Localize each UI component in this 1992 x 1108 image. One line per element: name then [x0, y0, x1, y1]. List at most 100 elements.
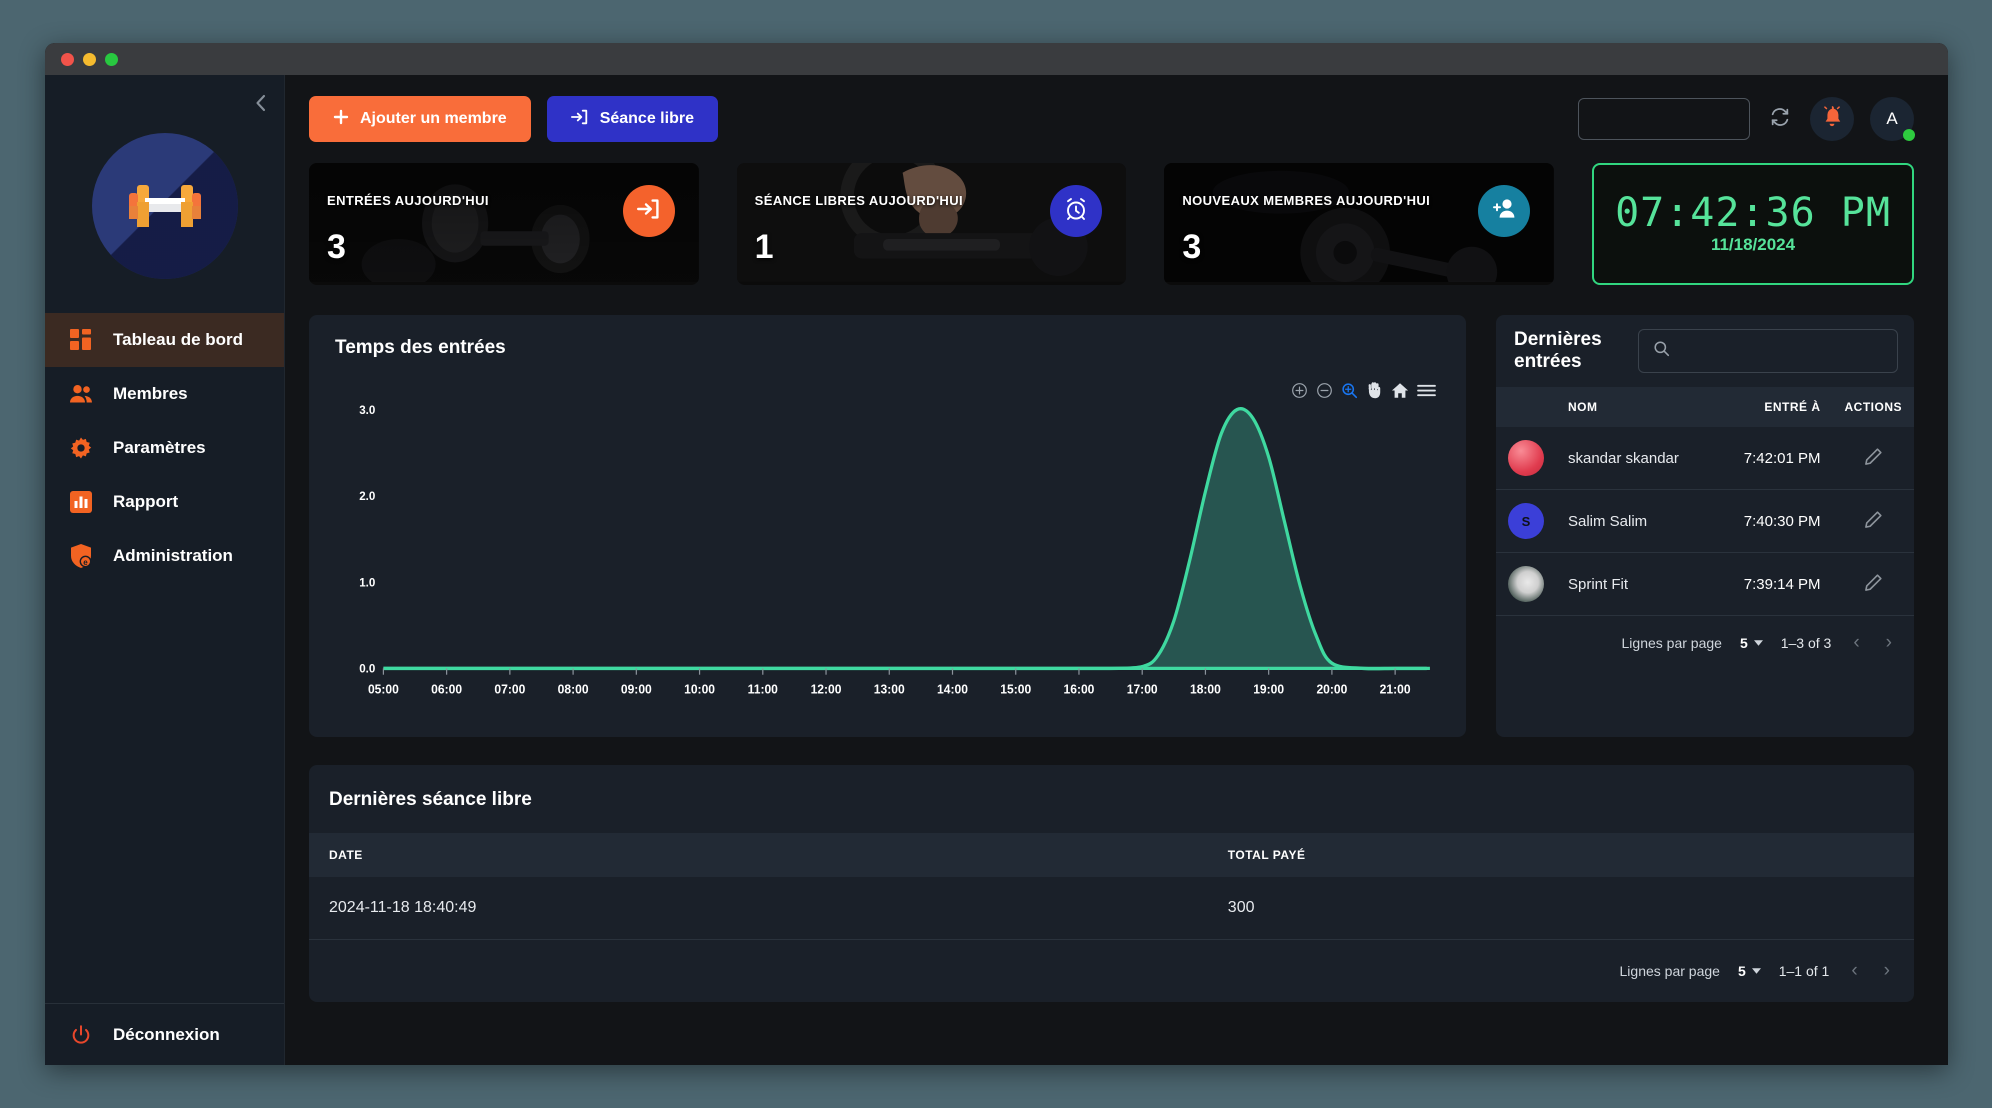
col-total-paye: TOTAL PAYÉ — [1207, 833, 1914, 877]
dashboard-content: ENTRÉES AUJOURD'HUI 3 SÉANCE LIBRES AUJO… — [285, 163, 1948, 1065]
sidebar-collapse-button[interactable] — [246, 89, 274, 117]
rows-per-page-select[interactable]: 5 — [1738, 963, 1761, 979]
svg-text:09:00: 09:00 — [621, 682, 652, 696]
logout-label: Déconnexion — [113, 1024, 220, 1044]
pager-range: 1–3 of 3 — [1780, 635, 1832, 651]
pager-next-button[interactable]: › — [1882, 632, 1896, 654]
cell-name: Sprint Fit — [1556, 552, 1715, 616]
latest-entries-table: NOM ENTRÉ À ACTIONS skandar skandar 7:42… — [1496, 387, 1914, 616]
stat-cards-row: ENTRÉES AUJOURD'HUI 3 SÉANCE LIBRES AUJO… — [309, 163, 1915, 285]
free-session-label: Séance libre — [599, 110, 694, 127]
pencil-icon[interactable] — [1864, 573, 1883, 596]
chevron-down-icon — [1751, 968, 1761, 974]
add-member-button[interactable]: Ajouter un membre — [309, 96, 531, 142]
latest-entries-pager: Lignes par page 5 1–3 of 3 ‹ › — [1496, 616, 1914, 670]
sidebar-item-membres[interactable]: Membres — [45, 367, 284, 421]
table-body: skandar skandar 7:42:01 PM S Salim Salim… — [1496, 427, 1914, 616]
rows-per-page-label: Lignes par page — [1619, 963, 1720, 979]
window-minimize-button[interactable] — [83, 52, 96, 66]
col-date: DATE — [309, 833, 1208, 877]
table-body: 2024-11-18 18:40:49 300 — [309, 877, 1914, 940]
chevron-left-icon — [255, 94, 265, 112]
svg-text:14:00: 14:00 — [937, 682, 968, 696]
latest-entries-panel: Dernières entrées NOM ENTRÉ À ACTIONS sk… — [1496, 315, 1914, 737]
stat-value: 3 — [1182, 228, 1202, 266]
users-icon — [67, 384, 95, 404]
clock-date: 11/18/2024 — [1710, 235, 1796, 254]
table-row[interactable]: Sprint Fit 7:39:14 PM — [1496, 552, 1914, 616]
table-header-row: NOM ENTRÉ À ACTIONS — [1496, 387, 1914, 427]
sidebar-item-label: Rapport — [113, 492, 179, 511]
sidebar-item-rapport[interactable]: Rapport — [45, 475, 284, 529]
rows-per-page-value: 5 — [1739, 635, 1748, 651]
notifications-button[interactable] — [1810, 97, 1854, 141]
plus-icon — [333, 109, 349, 130]
stat-badge — [1478, 185, 1531, 237]
svg-text:0.0: 0.0 — [359, 661, 376, 675]
pager-prev-button[interactable]: ‹ — [1849, 632, 1863, 654]
window-close-button[interactable] — [61, 52, 74, 66]
dumbbell-icon — [128, 185, 201, 227]
bell-icon — [1821, 105, 1843, 134]
pager-next-button[interactable]: › — [1880, 960, 1894, 982]
pencil-icon[interactable] — [1864, 510, 1883, 533]
svg-text:10:00: 10:00 — [684, 682, 715, 696]
alarm-clock-icon — [1064, 197, 1088, 226]
logout-button[interactable]: Déconnexion — [45, 1003, 284, 1065]
middle-row: Temps des entrées 0.0 1.0 2.0 3.0 05:00 … — [309, 315, 1914, 737]
sidebar-item-dashboard[interactable]: Tableau de bord — [45, 313, 284, 367]
svg-text:08:00: 08:00 — [558, 682, 589, 696]
cell-action — [1832, 427, 1914, 490]
cell-avatar: S — [1496, 489, 1556, 553]
add-member-label: Ajouter un membre — [360, 110, 507, 127]
svg-text:07:00: 07:00 — [494, 682, 525, 696]
table-row[interactable]: skandar skandar 7:42:01 PM — [1496, 427, 1914, 490]
cell-date: 2024-11-18 18:40:49 — [309, 877, 1208, 940]
free-session-button[interactable]: Séance libre — [546, 96, 718, 142]
latest-entries-search[interactable] — [1638, 329, 1898, 373]
cell-action — [1832, 552, 1914, 616]
svg-text:12:00: 12:00 — [811, 682, 842, 696]
app-body: Tableau de bord Membres Paramètres Rappo… — [45, 75, 1948, 1065]
svg-text:2.0: 2.0 — [359, 489, 376, 503]
rows-per-page-select[interactable]: 5 — [1740, 635, 1763, 651]
col-nom: NOM — [1556, 387, 1715, 427]
user-avatar[interactable]: A — [1870, 97, 1915, 141]
latest-entries-title: Dernières entrées — [1514, 329, 1602, 372]
rows-per-page-value: 5 — [1737, 963, 1746, 979]
stat-card-nouveaux-membres[interactable]: NOUVEAUX MEMBRES AUJOURD'HUI 3 — [1164, 163, 1555, 285]
search-icon — [1653, 340, 1670, 362]
svg-text:1.0: 1.0 — [359, 575, 376, 589]
svg-text:3.0: 3.0 — [359, 403, 376, 417]
refresh-button[interactable] — [1766, 105, 1794, 133]
stat-card-seance-libres[interactable]: SÉANCE LIBRES AUJOURD'HUI 1 — [736, 163, 1127, 285]
latest-free-sessions-title: Dernières séance libre — [329, 789, 532, 810]
sidebar-item-administration[interactable]: e Administration — [45, 529, 284, 583]
avatar-initial: A — [1886, 109, 1898, 128]
main-area: Ajouter un membre Séance libre A ENTRÉES… — [285, 75, 1948, 1065]
latest-entries-header: Dernières entrées — [1496, 315, 1914, 387]
svg-text:16:00: 16:00 — [1064, 682, 1095, 696]
chart-plot-area[interactable]: 0.0 1.0 2.0 3.0 05:00 06:00 07:00 08:00 09:00 10:… — [335, 371, 1440, 719]
stat-badge — [1050, 185, 1103, 237]
topbar-search-input[interactable] — [1578, 98, 1750, 140]
stat-card-entrees[interactable]: ENTRÉES AUJOURD'HUI 3 — [309, 163, 699, 285]
dumbbell-logo — [91, 133, 238, 279]
chart-title: Temps des entrées — [335, 337, 506, 358]
table-row[interactable]: 2024-11-18 18:40:49 300 — [309, 877, 1914, 940]
login-arrow-icon — [636, 197, 661, 226]
sidebar-item-label: Tableau de bord — [113, 330, 244, 349]
table-header: DATE TOTAL PAYÉ — [309, 833, 1914, 877]
pager-prev-button[interactable]: ‹ — [1847, 960, 1861, 982]
photo-avatar — [1508, 566, 1544, 602]
topbar: Ajouter un membre Séance libre A — [285, 75, 1948, 163]
red-ball-avatar — [1508, 440, 1544, 476]
window-maximize-button[interactable] — [105, 52, 118, 66]
cell-name: skandar skandar — [1556, 427, 1715, 490]
sidebar-item-parametres[interactable]: Paramètres — [45, 421, 284, 475]
sidebar: Tableau de bord Membres Paramètres Rappo… — [45, 75, 285, 1065]
pencil-icon[interactable] — [1864, 447, 1883, 470]
table-row[interactable]: S Salim Salim 7:40:30 PM — [1496, 489, 1914, 553]
cell-avatar — [1496, 427, 1556, 490]
